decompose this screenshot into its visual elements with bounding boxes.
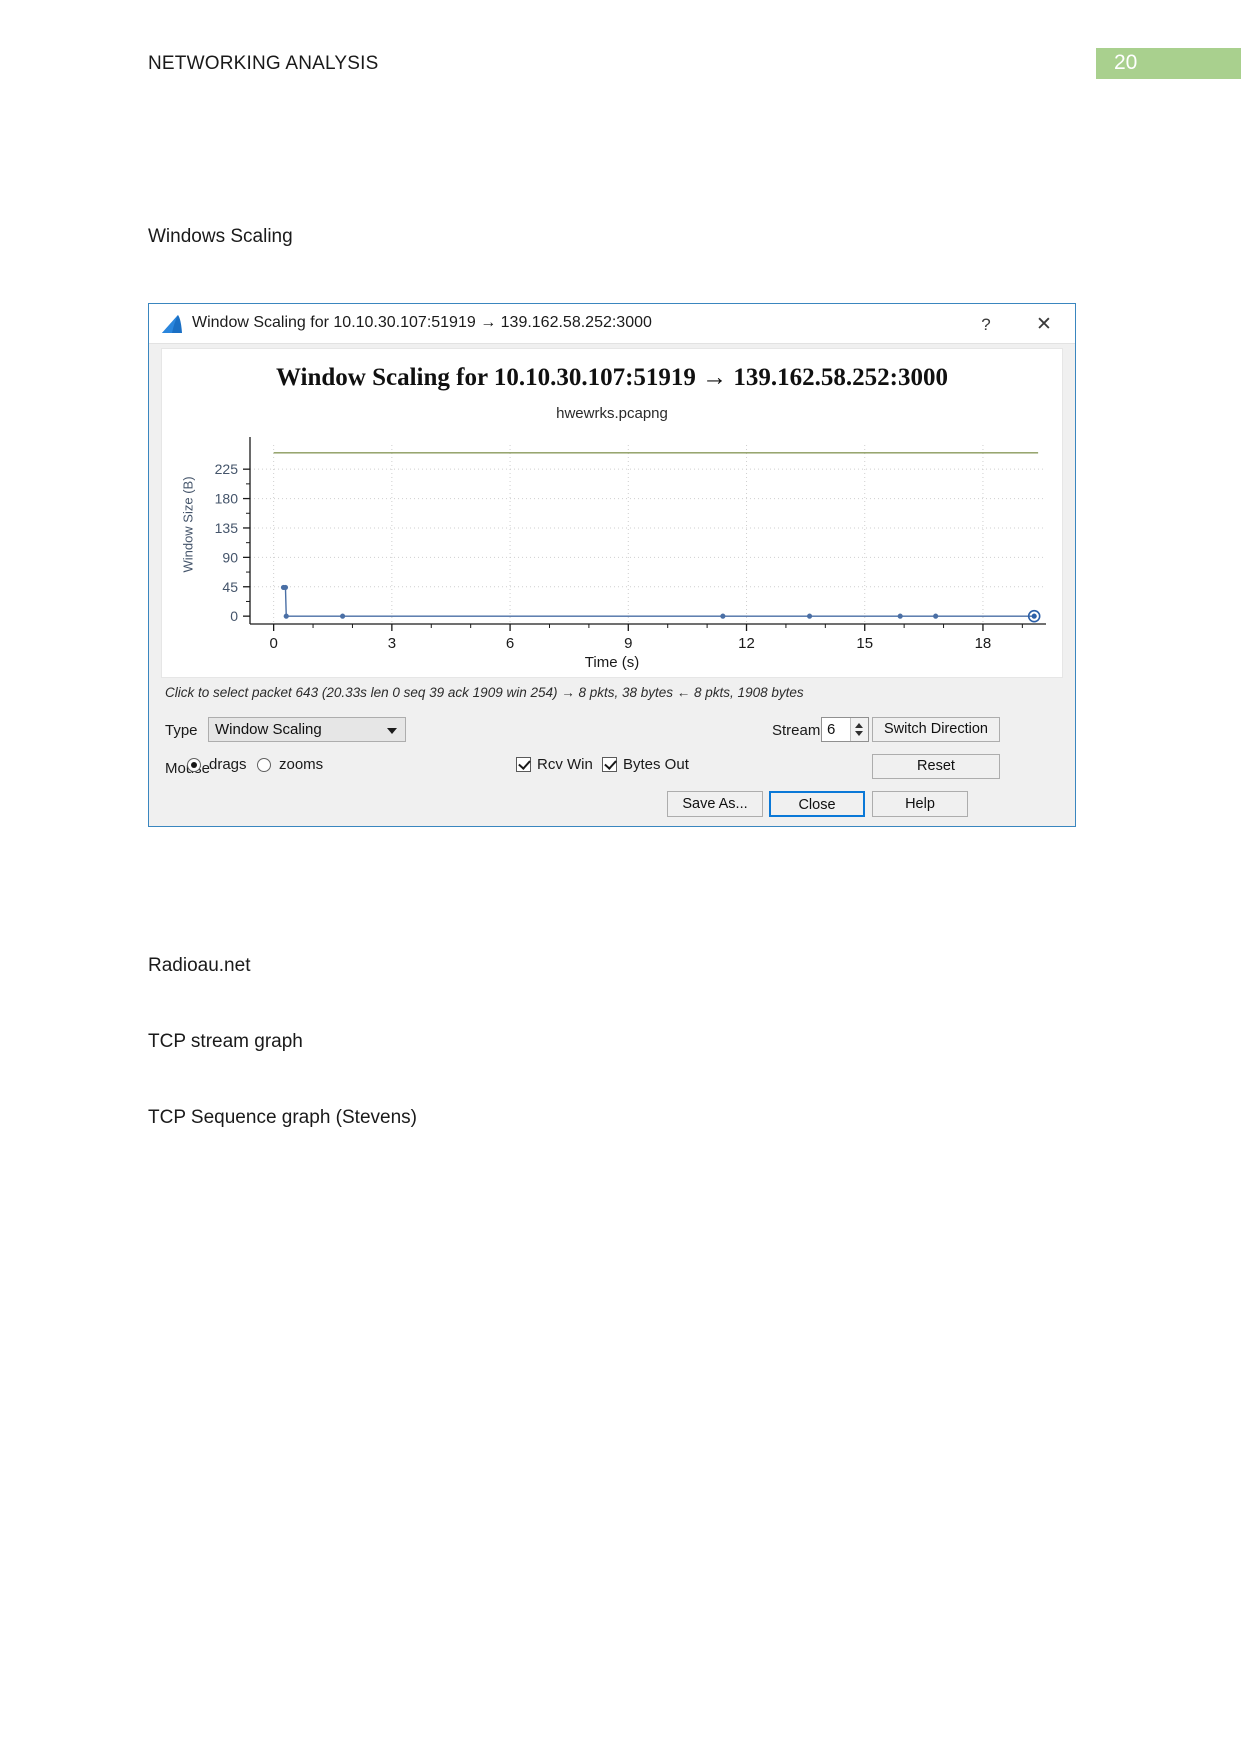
page-number-text: 20	[1114, 51, 1138, 74]
chevron-up-icon[interactable]	[855, 723, 863, 728]
chevron-down-icon[interactable]	[855, 731, 863, 736]
type-dropdown-value: Window Scaling	[215, 721, 322, 738]
radio-zooms-label: zooms	[279, 756, 324, 773]
close-button[interactable]: Close	[769, 791, 865, 817]
svg-text:0: 0	[269, 635, 277, 652]
paragraph-tcp-stream-graph: TCP stream graph	[148, 1031, 303, 1052]
checkbox-rcv-win[interactable]: Rcv Win	[516, 756, 593, 773]
checkbox-rcv-win-indicator	[516, 757, 531, 772]
save-as-button[interactable]: Save As...	[667, 791, 763, 817]
stream-stepper[interactable]: 6	[821, 717, 869, 742]
radio-drags[interactable]: drags	[187, 756, 247, 773]
radio-drags-label: drags	[209, 756, 247, 773]
svg-text:9: 9	[624, 635, 632, 652]
svg-text:0: 0	[230, 608, 238, 624]
checkbox-bytes-out[interactable]: Bytes Out	[602, 756, 689, 773]
svg-text:6: 6	[506, 635, 514, 652]
radio-drags-indicator	[187, 758, 201, 772]
paragraph-radioau: Radioau.net	[148, 955, 251, 976]
document-header: NETWORKING ANALYSIS 20	[0, 48, 1241, 82]
reset-button[interactable]: Reset	[872, 754, 1000, 779]
stream-stepper-buttons[interactable]	[850, 718, 868, 741]
svg-text:3: 3	[388, 635, 396, 652]
window-scaling-dialog: Window Scaling for 10.10.30.107:51919 → …	[148, 303, 1076, 827]
chevron-down-icon	[387, 728, 397, 734]
page-number-badge: 20	[1096, 48, 1241, 79]
status-hint-text: Click to select packet 643 (20.33s len 0…	[165, 685, 804, 700]
checkbox-rcv-win-label: Rcv Win	[537, 756, 593, 773]
stream-stepper-value: 6	[827, 721, 836, 738]
svg-text:15: 15	[856, 635, 873, 652]
svg-text:45: 45	[222, 579, 238, 595]
svg-text:90: 90	[222, 549, 238, 565]
close-icon[interactable]: ✕	[1029, 312, 1059, 338]
type-label: Type	[165, 722, 198, 739]
chart-plot-svg: 0 45 90 135 180 225 0 3 6 9 12 15 18	[215, 437, 1046, 652]
dialog-title-text: Window Scaling for 10.10.30.107:51919 → …	[192, 314, 652, 331]
svg-text:135: 135	[215, 520, 239, 536]
checkbox-bytes-out-indicator	[602, 757, 617, 772]
paragraph-tcp-sequence-graph: TCP Sequence graph (Stevens)	[148, 1107, 417, 1128]
chart-canvas[interactable]: Window Scaling for 10.10.30.107:51919 → …	[161, 348, 1063, 678]
type-dropdown[interactable]: Window Scaling	[208, 717, 406, 742]
stream-label: Stream	[772, 722, 821, 739]
radio-zooms-indicator	[257, 758, 271, 772]
radio-zooms[interactable]: zooms	[257, 756, 324, 773]
wireshark-shark-fin-icon	[162, 315, 182, 333]
paragraph-windows-scaling: Windows Scaling	[148, 226, 293, 247]
svg-text:18: 18	[975, 635, 992, 652]
help-icon[interactable]: ?	[971, 312, 1001, 338]
help-button[interactable]: Help	[872, 791, 968, 817]
svg-text:225: 225	[215, 461, 239, 477]
switch-direction-button[interactable]: Switch Direction	[872, 717, 1000, 742]
svg-text:180: 180	[215, 491, 239, 507]
checkbox-bytes-out-label: Bytes Out	[623, 756, 689, 773]
svg-text:12: 12	[738, 635, 755, 652]
page-title: NETWORKING ANALYSIS	[148, 53, 379, 74]
dialog-titlebar: Window Scaling for 10.10.30.107:51919 → …	[149, 304, 1075, 344]
